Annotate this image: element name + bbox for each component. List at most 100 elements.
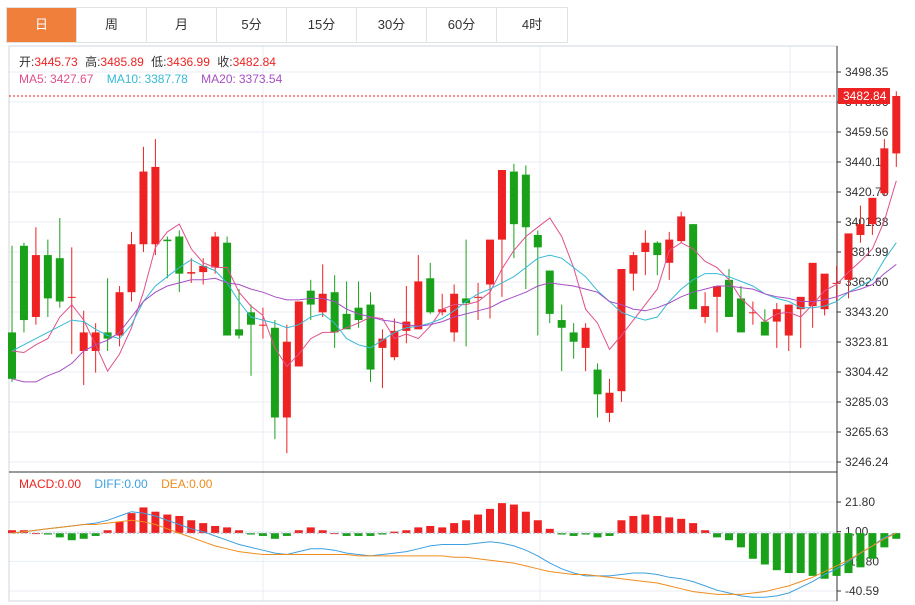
- candle-body: [67, 296, 76, 298]
- candle: [270, 320, 279, 440]
- macd-bar: [725, 533, 733, 541]
- macd-value: 0.00: [58, 477, 82, 491]
- macd-bar: [55, 533, 64, 538]
- candle: [127, 231, 136, 302]
- macd-bar: [438, 527, 447, 534]
- candle: [426, 262, 435, 314]
- macd-bar: [545, 528, 554, 534]
- candle: [366, 292, 375, 382]
- candle-body: [736, 298, 745, 333]
- candle: [545, 270, 554, 324]
- candle: [880, 139, 889, 197]
- candle: [605, 378, 614, 423]
- price-tick-label: 3459.56: [845, 125, 889, 139]
- candle: [856, 205, 865, 243]
- candle: [462, 239, 471, 347]
- candle: [653, 241, 662, 276]
- candle: [354, 281, 363, 328]
- high-value: 3485.89: [100, 55, 144, 69]
- candle-body: [689, 224, 698, 310]
- diff-label: DIFF:: [94, 477, 124, 491]
- candle: [665, 231, 674, 280]
- low-value: 3436.99: [167, 55, 211, 69]
- close-label: 收:: [217, 55, 232, 69]
- candle-body: [91, 332, 100, 351]
- macd-tick-label: 21.80: [845, 495, 875, 509]
- candle-body: [701, 306, 710, 317]
- candle-body: [151, 166, 160, 245]
- candle: [808, 262, 817, 328]
- candle-body: [808, 262, 817, 307]
- macd-bar: [629, 515, 638, 534]
- candle-body: [677, 216, 686, 242]
- candle: [390, 318, 399, 361]
- candle: [641, 230, 650, 276]
- candle: [581, 323, 590, 372]
- candle: [19, 242, 28, 333]
- macd-bar: [713, 533, 722, 538]
- candle-body: [760, 321, 769, 336]
- candle: [736, 286, 745, 333]
- macd-bar: [808, 533, 817, 576]
- macd-bar: [796, 533, 805, 574]
- candle: [868, 197, 877, 235]
- candle: [569, 323, 578, 359]
- macd-bar: [772, 533, 781, 571]
- candle: [151, 139, 160, 256]
- macd-bars: [8, 503, 901, 579]
- macd-bar: [67, 533, 76, 541]
- diff-value: 0.00: [124, 477, 148, 491]
- macd-bar: [115, 521, 124, 534]
- candle-body: [414, 281, 423, 330]
- candle: [163, 236, 172, 279]
- candle: [713, 286, 722, 333]
- price-tick-label: 3246.24: [845, 455, 889, 469]
- macd-bar: [139, 507, 148, 534]
- macd-bar: [593, 533, 602, 538]
- candle: [330, 275, 339, 348]
- macd-bar: [784, 533, 793, 574]
- macd-bar: [844, 533, 853, 574]
- macd-bar: [760, 533, 769, 565]
- candle: [748, 301, 757, 325]
- candle: [223, 236, 232, 336]
- candle-body: [19, 245, 28, 321]
- candle-body: [426, 278, 435, 313]
- candle: [55, 217, 64, 308]
- candle-body: [521, 174, 530, 228]
- last-price-label: 3482.84: [843, 89, 887, 103]
- open-label: 开:: [19, 55, 34, 69]
- candle-body: [629, 255, 638, 274]
- candle-body: [509, 171, 518, 225]
- candle-body: [402, 321, 411, 331]
- macd-bar: [497, 503, 506, 534]
- candle: [689, 224, 698, 310]
- macd-bar: [127, 513, 136, 534]
- macd-bar: [223, 527, 232, 534]
- macd-bar: [486, 508, 494, 534]
- candle-body: [617, 269, 626, 392]
- macd-bar: [414, 527, 423, 534]
- candle-body: [557, 320, 566, 328]
- candle-body: [211, 236, 220, 268]
- ma10-value: 3387.78: [144, 72, 188, 86]
- macd-bar: [474, 514, 483, 534]
- candle-body: [581, 327, 590, 348]
- candle: [497, 169, 506, 297]
- candle-body: [366, 304, 375, 370]
- candle: [247, 304, 255, 376]
- macd-tick-label: -40.59: [845, 584, 879, 598]
- candle-body: [282, 341, 291, 418]
- candle-body: [725, 279, 733, 317]
- ma5-value: 3427.67: [50, 72, 94, 86]
- candle: [67, 247, 76, 355]
- close-value: 3482.84: [233, 55, 277, 69]
- candle-body: [784, 304, 793, 336]
- macd-bar: [79, 533, 88, 539]
- candle-body: [880, 148, 889, 194]
- macd-bar: [521, 511, 530, 534]
- candle-body: [593, 369, 602, 395]
- candle-body: [605, 392, 614, 413]
- candle-body: [641, 242, 650, 252]
- price-tick-label: 3498.35: [845, 65, 889, 79]
